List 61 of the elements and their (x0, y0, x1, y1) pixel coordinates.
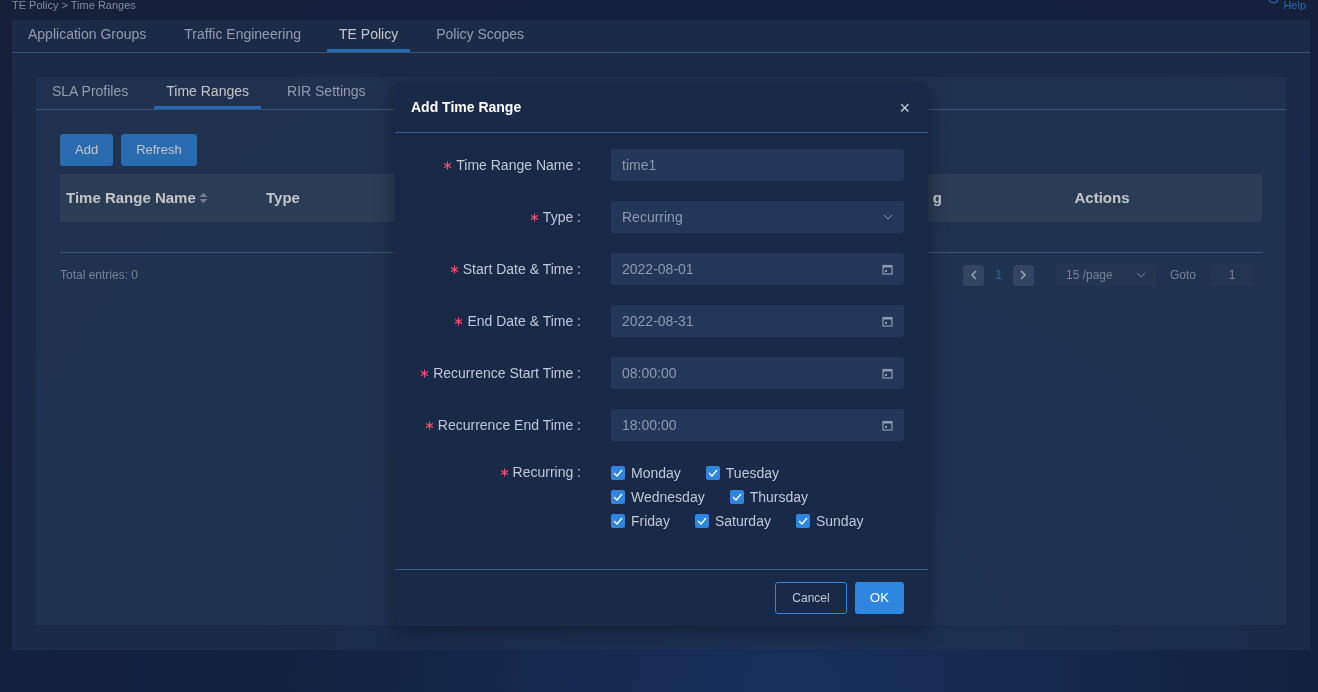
chevron-right-icon (1019, 270, 1028, 280)
check-icon (613, 517, 623, 525)
field-label: End Date & Time : (467, 311, 581, 331)
check-icon (707, 469, 718, 477)
checkbox[interactable]: Tuesday (705, 462, 779, 484)
tab[interactable]: SLA Profiles (40, 77, 141, 109)
checkbox[interactable]: Friday (611, 510, 670, 532)
field-label: Time Range Name : (456, 155, 581, 175)
field-label: Recurrence Start Time : (433, 363, 581, 383)
calendar-icon (882, 419, 893, 431)
total-entries: Total entries: 0 (60, 267, 139, 284)
help-link[interactable]: Help (1283, 0, 1306, 11)
sort-icon[interactable] (198, 192, 208, 204)
tab[interactable]: TE Policy (327, 20, 411, 52)
date-field[interactable]: 2022-08-01 (611, 253, 904, 285)
select-field[interactable]: Recurring (611, 201, 904, 233)
calendar-icon (882, 263, 893, 275)
tab[interactable]: Traffic Engineering (172, 20, 314, 52)
checkbox[interactable]: Monday (611, 462, 681, 484)
chevron-left-icon (969, 270, 978, 280)
check-icon (613, 493, 623, 501)
checkbox[interactable]: Thursday (729, 486, 809, 508)
column-header: Time Range Name (66, 187, 196, 208)
checkbox[interactable]: Wednesday (611, 486, 705, 508)
dialog-title: Add Time Range (411, 98, 522, 117)
date-field[interactable]: 08:00:00 (611, 357, 904, 389)
toolbar-button[interactable]: Add (60, 134, 114, 166)
checkbox[interactable]: Saturday (694, 510, 771, 532)
calendar-icon (882, 367, 893, 379)
calendar-icon (882, 315, 893, 327)
field-label: Start Date & Time : (462, 259, 581, 279)
date-field[interactable]: 18:00:00 (611, 409, 904, 441)
caret-icon (1136, 272, 1146, 278)
breadcrumb: TE Policy > Time Ranges (12, 0, 136, 11)
column-header: Type (266, 187, 300, 208)
check-icon (613, 469, 623, 477)
ok-button[interactable]: OK (855, 582, 904, 614)
field-label: Recurring : (512, 462, 581, 482)
toolbar-button[interactable]: Refresh (121, 134, 197, 166)
check-icon (731, 493, 742, 501)
text-field[interactable]: time1 (611, 149, 904, 181)
cancel-button[interactable]: Cancel (775, 582, 847, 614)
field-label: Recurrence End Time : (437, 415, 581, 435)
field-label: Type : (542, 207, 581, 227)
check-icon (696, 517, 707, 525)
goto-label: Goto (1170, 267, 1196, 284)
previous-page-button[interactable] (963, 264, 985, 286)
close-button[interactable]: × (897, 98, 912, 117)
date-field[interactable]: 2022-08-31 (611, 305, 904, 337)
caret-icon (883, 214, 893, 220)
checkbox[interactable]: Sunday (795, 510, 864, 532)
column-header: Actions (1074, 187, 1130, 208)
check-icon (797, 517, 808, 525)
next-page-button[interactable] (1013, 264, 1034, 286)
goto-field[interactable]: 1 (1210, 264, 1254, 286)
column-header: g (932, 187, 942, 208)
tab[interactable]: Time Ranges (154, 77, 261, 109)
tab[interactable]: Application Groups (16, 20, 159, 52)
page-size-select[interactable]: 15 /page (1056, 264, 1156, 286)
tab[interactable]: RIR Settings (275, 77, 378, 109)
tab[interactable]: Policy Scopes (424, 20, 537, 52)
